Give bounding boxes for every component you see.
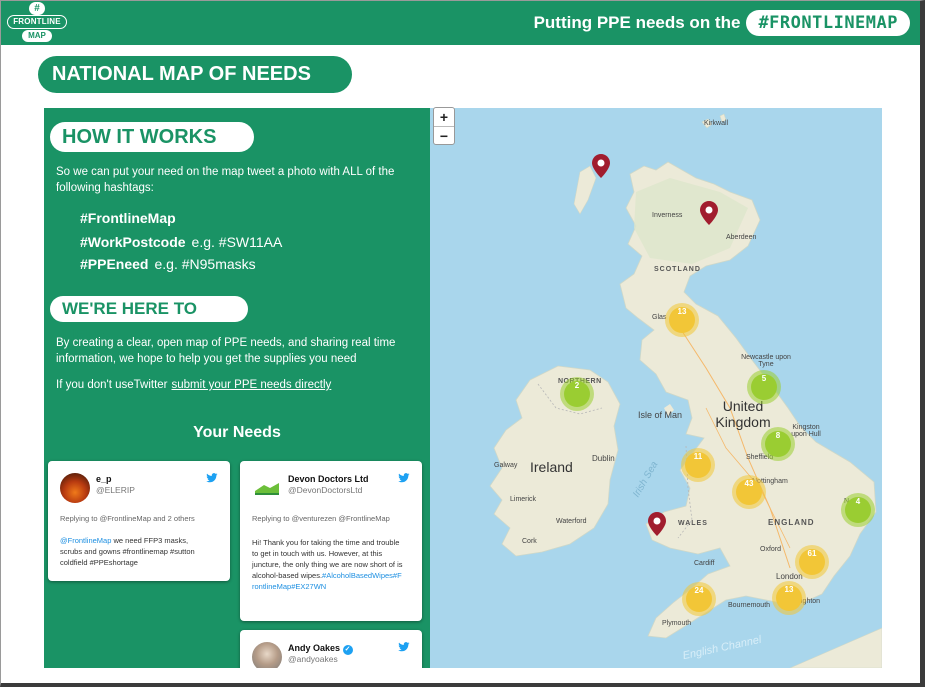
map-land-layer (489, 113, 882, 668)
map-label-sheffield: Sheffield (746, 454, 774, 461)
tweet-author-name: Devon Doctors Ltd (288, 474, 369, 484)
logo-hash: # (29, 2, 45, 15)
map-label-plymouth: Plymouth (662, 620, 692, 627)
map-label-kingston: Kingston upon Hull (791, 424, 821, 438)
twitter-bird-icon[interactable] (398, 642, 410, 652)
map-cluster-birmingham[interactable]: 43 (736, 479, 762, 505)
map-label-inverness: Inverness (652, 212, 683, 219)
verified-badge-icon: ✓ (342, 645, 353, 655)
map-cluster-liverpool[interactable]: 11 (685, 452, 711, 478)
map-cluster-belfast[interactable]: 2 (564, 381, 590, 407)
header-tagline: Putting PPE needs on the #FRONTLINEMAP (534, 9, 910, 37)
tweet-author-handle: @andyoakes (288, 654, 338, 664)
tweet-author-handle: @DevonDoctorsLtd (288, 485, 363, 495)
map-cluster-london[interactable]: 61 (799, 549, 825, 575)
info-panel: HOW IT WORKS So we can put your need on … (44, 108, 430, 668)
map-zoom-control: + − (433, 107, 455, 145)
map-cluster-norwich[interactable]: 4 (845, 497, 871, 523)
map-label-wales: WALES (678, 520, 708, 527)
map-label-cardiff: Cardiff (694, 560, 715, 567)
map-label-cork: Cork (522, 538, 537, 545)
map-label-aberdeen: Aberdeen (726, 234, 757, 241)
map-label-kirkwall: Kirkwall (704, 120, 729, 127)
tweet-author-name-text: Andy Oakes (288, 643, 341, 653)
avatar (60, 473, 90, 503)
avatar (252, 642, 282, 668)
map-cluster-southampton[interactable]: 13 (776, 585, 802, 611)
map-cluster-newcastle[interactable]: 5 (751, 374, 777, 400)
map-pin-icon[interactable] (700, 201, 718, 225)
tweet-author-name: e_p (96, 474, 112, 484)
map-label-waterford: Waterford (556, 518, 587, 525)
map-cluster-leeds[interactable]: 8 (765, 431, 791, 457)
zoom-in-button[interactable]: + (434, 108, 454, 126)
map-pin-icon[interactable] (592, 154, 610, 178)
logo-map: MAP (22, 30, 52, 42)
zoom-out-button[interactable]: − (434, 126, 454, 144)
map-pin-icon[interactable] (648, 512, 666, 536)
tweet-body: Hi! Thank you for taking the time and tr… (252, 537, 404, 592)
hashtag-workpostcode: #WorkPostcode e.g. #SW11AA (80, 234, 282, 250)
here-to-help-heading: WE'RE HERE TO HELP (50, 296, 248, 344)
hashtag-label: #FrontlineMap (80, 210, 176, 226)
map-label-united-kingdom: United Kingdom (715, 398, 771, 430)
logo-word: FRONTLINE (7, 15, 67, 29)
map-label-oxford: Oxford (760, 546, 782, 553)
how-it-works-text: So we can put your need on the map tweet… (56, 166, 395, 194)
page-frame: # FRONTLINE MAP Putting PPE needs on the… (0, 0, 925, 687)
hashtag-label: #PPEneed (80, 256, 149, 272)
how-it-works-heading: HOW IT WORKS (50, 122, 254, 152)
your-needs-heading: Your Needs (193, 424, 281, 441)
twitter-note-text: If you don't useTwitter (56, 379, 168, 391)
tweet-author-handle: @ELERIP (96, 485, 135, 495)
tweet-card[interactable]: Andy Oakes ✓ @andyoakes (240, 630, 422, 668)
twitter-bird-icon[interactable] (398, 473, 410, 483)
map-label-england: ENGLAND (768, 518, 815, 527)
map-label-dublin: Dublin (592, 454, 615, 463)
map-label-newcastle: Newcastle upon Tyne (741, 354, 791, 368)
map-label-glasgow: Glas (652, 314, 667, 321)
map-label-limerick: Limerick (510, 496, 537, 503)
map-label-galway: Galway (494, 462, 518, 469)
hashtag-example: e.g. #SW11AA (191, 234, 283, 250)
devon-doctors-logo-icon (255, 483, 279, 495)
tweet-reply-to: Replying to @FrontlineMap and 2 others (60, 514, 195, 523)
submit-needs-link[interactable]: submit your PPE needs directly (172, 379, 332, 391)
map-label-bournemouth: Bournemouth (728, 602, 771, 609)
twitter-note: If you don't useTwitter submit your PPE n… (56, 377, 426, 393)
tweet-card[interactable]: e_p @ELERIP Replying to @FrontlineMap an… (48, 461, 230, 581)
hashtag-ppeneed: #PPEneed e.g. #N95masks (80, 256, 256, 272)
twitter-bird-icon[interactable] (206, 473, 218, 483)
map-cluster-exeter[interactable]: 24 (686, 586, 712, 612)
page-title: NATIONAL MAP OF NEEDS (38, 56, 352, 93)
tweet-mention[interactable]: @FrontlineMap (60, 536, 111, 545)
map-label-london: London (776, 572, 803, 581)
tweet-body: @FrontlineMap we need FFP3 masks, scrubs… (60, 535, 212, 568)
map-label-scotland: SCOTLAND (654, 266, 701, 273)
tagline-text: Putting PPE needs on the (533, 13, 741, 32)
hashtag-example: e.g. #N95masks (154, 256, 256, 272)
hashtag-label: #WorkPostcode (80, 234, 186, 250)
map-cluster-glasgow[interactable]: 13 (669, 307, 695, 333)
header-bar: # FRONTLINE MAP Putting PPE needs on the… (1, 1, 920, 45)
tweet-card[interactable]: Devon Doctors Ltd @DevonDoctorsLtd Reply… (240, 461, 422, 621)
frontline-map-logo[interactable]: # FRONTLINE MAP (7, 2, 67, 43)
tagline-pill: #FRONTLINEMAP (746, 10, 910, 36)
avatar (252, 473, 282, 503)
here-to-help-text: By creating a clear, open map of PPE nee… (56, 337, 396, 365)
hashtag-frontlinemap: #FrontlineMap (80, 210, 176, 226)
map-label-isle-of-man: Isle of Man (638, 410, 683, 420)
ppe-needs-map[interactable]: Kirkwall Inverness Aberdeen SCOTLAND Gla… (430, 108, 882, 668)
tweet-reply-to: Replying to @venturezen @FrontlineMap (252, 514, 390, 523)
map-label-ireland: Ireland (530, 459, 573, 475)
